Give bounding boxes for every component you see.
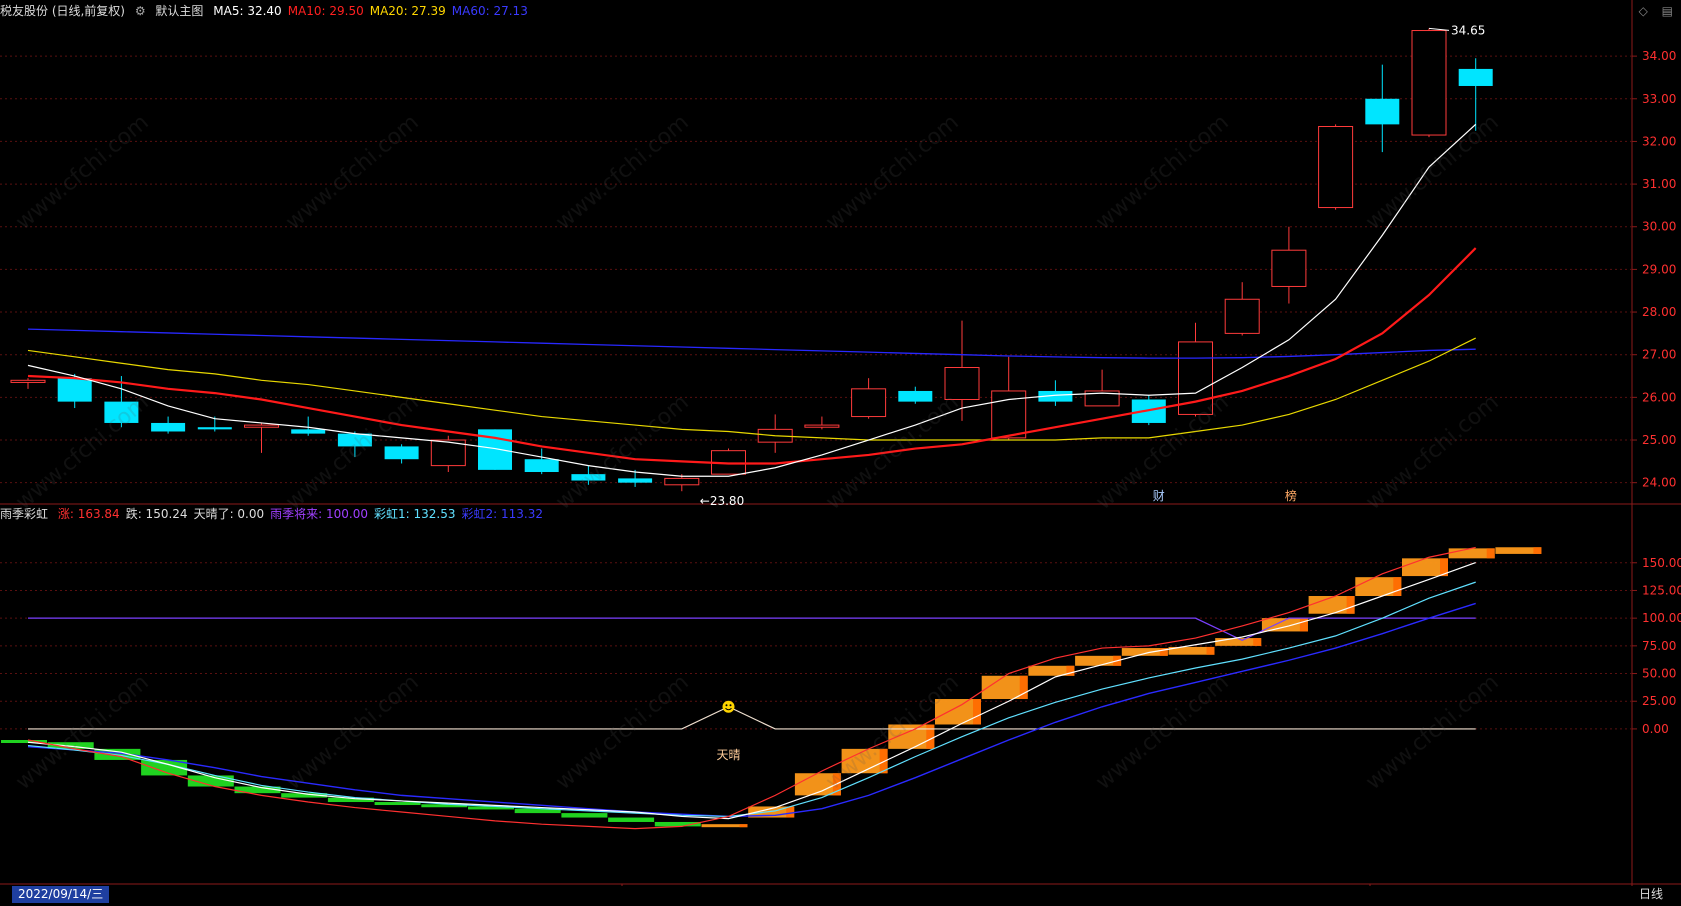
diamond-icon[interactable]: ◇ xyxy=(1639,4,1648,18)
ma-legend-item: MA60: 27.13 xyxy=(451,4,528,18)
candle-body xyxy=(1271,249,1307,287)
y-tick-label: 33.00 xyxy=(1642,92,1676,106)
y-tick-label: 0.00 xyxy=(1642,722,1669,736)
candle-body xyxy=(104,401,139,423)
candle-body xyxy=(804,424,840,428)
rainbow-bar-shade xyxy=(1206,646,1215,655)
candle-body xyxy=(10,379,46,383)
y-tick-label: 31.00 xyxy=(1642,177,1676,191)
die-line xyxy=(27,561,1476,820)
smiley-icon xyxy=(722,700,735,713)
candle-body xyxy=(1458,68,1493,86)
gear-icon[interactable]: ⚙ xyxy=(135,4,146,18)
indicator-legend-item: 天晴了: 0.00 xyxy=(193,507,265,521)
y-tick-label: 25.00 xyxy=(1642,694,1676,708)
rainbow-bar-shade xyxy=(1533,547,1542,554)
menu-icon[interactable]: ▤ xyxy=(1662,4,1673,18)
ma-legend-item: MA10: 29.50 xyxy=(287,4,364,18)
indicator-legend-item: 彩虹1: 132.53 xyxy=(374,507,456,521)
candle-body xyxy=(851,388,887,418)
candle-body xyxy=(244,424,279,428)
ranking-marker: 榜 xyxy=(1285,488,1297,503)
y-tick-label: 27.00 xyxy=(1642,348,1676,362)
y-tick-label: 34.00 xyxy=(1642,49,1676,63)
zhang-line xyxy=(27,546,1476,830)
template-label[interactable]: 默认主图 xyxy=(155,4,203,18)
caihong1-line xyxy=(27,581,1476,818)
y-tick-label: 100.00 xyxy=(1642,611,1681,625)
indicator-header: 雨季彩虹 涨: 163.84 跌: 150.24 天晴了: 0.00 雨季将来: 10… xyxy=(0,505,555,523)
rainbow-bar-shade xyxy=(973,699,981,725)
tianqing-label: 天晴 xyxy=(717,748,741,762)
rainbow-bar-shade xyxy=(786,806,795,818)
window-controls: ◇ ▤ xyxy=(1629,4,1673,18)
time-axis-bar xyxy=(0,886,1681,906)
candle-body xyxy=(291,429,326,434)
main-candlestick-chart[interactable]: 34.65 ←23.80 财 榜 xyxy=(10,23,1493,508)
rainbow-bar-shade xyxy=(739,824,748,828)
candle-body xyxy=(57,378,92,402)
indicator-legend-item: 彩虹2: 113.32 xyxy=(461,507,543,521)
indicator-chart[interactable]: 天晴 xyxy=(1,546,1542,830)
high-price-label: 34.65 xyxy=(1451,23,1485,37)
y-tick-label: 75.00 xyxy=(1642,639,1676,653)
rainbow-bar-shade xyxy=(926,724,935,749)
price-axis: 24.00 25.00 26.00 27.00 28.00 29.00 30.00 31.00… xyxy=(621,49,1681,902)
candle-body xyxy=(944,367,980,400)
indicator-legend-item: 涨: 163.84 xyxy=(57,507,120,521)
rainbow-bar-shade xyxy=(1486,548,1495,559)
main-chart-header: 税友股份 (日线,前复权) ⚙ 默认主图 MA5: 32.40 MA10: 29.… xyxy=(0,2,540,20)
chart-canvas: 34.65 ←23.80 财 榜 天晴 24.00 25.00 26.00 27.00 28.… xyxy=(0,0,1681,906)
indicator-legend-item: 雨季将来: 100.00 xyxy=(270,507,368,521)
candle-body xyxy=(337,433,372,447)
period-label[interactable]: 日线 xyxy=(1639,886,1663,903)
y-tick-label: 24.00 xyxy=(1642,476,1676,490)
rainbow-bar-shade xyxy=(1346,596,1355,614)
ma10-line xyxy=(27,247,1477,465)
candle-body xyxy=(1411,30,1447,136)
y-tick-label: 25.00 xyxy=(1642,433,1676,447)
y-tick-label: 29.00 xyxy=(1642,262,1676,276)
low-price-label: ←23.80 xyxy=(700,494,744,508)
candle-body xyxy=(1224,298,1260,334)
y-tick-label: 50.00 xyxy=(1642,667,1676,681)
indicator-legend-item: 跌: 150.24 xyxy=(125,507,188,521)
rainbow-bar xyxy=(561,813,608,818)
candle-body xyxy=(197,427,232,430)
stock-title[interactable]: 税友股份 (日线,前复权) xyxy=(0,4,125,18)
candle-body xyxy=(664,477,700,486)
smiley-eye xyxy=(729,704,732,707)
candle-body xyxy=(524,459,559,473)
cursor-date: 2022/09/14/三 xyxy=(12,886,110,903)
y-tick-label: 32.00 xyxy=(1642,134,1676,148)
rainbow-bar-shade xyxy=(1393,577,1402,596)
y-tick-label: 30.00 xyxy=(1642,220,1676,234)
candle-body xyxy=(618,478,653,483)
rainbow-bar-shade xyxy=(1299,618,1308,632)
tianqing-line xyxy=(28,706,1476,730)
candle-body xyxy=(1318,126,1354,209)
y-tick-label: 26.00 xyxy=(1642,390,1676,404)
y-tick-label: 125.00 xyxy=(1642,583,1681,597)
rainbow-bar xyxy=(374,802,421,806)
rainbow-bar-shade xyxy=(1253,638,1262,646)
candle-body xyxy=(571,474,606,481)
ma-legend-item: MA20: 27.39 xyxy=(369,4,446,18)
ma-legend: MA5: 32.40 MA10: 29.50 MA20: 27.39 MA60: 27… xyxy=(213,4,534,18)
finance-marker: 财 xyxy=(1153,489,1165,503)
smiley-eye xyxy=(725,704,728,707)
y-tick-label: 150.00 xyxy=(1642,556,1681,570)
candle-body xyxy=(151,422,186,432)
ma-legend-item: MA5: 32.40 xyxy=(213,4,282,18)
indicator-name[interactable]: 雨季彩虹 xyxy=(0,507,48,521)
y-tick-label: 28.00 xyxy=(1642,305,1676,319)
candle-body xyxy=(384,446,419,460)
indicator-legend: 涨: 163.84 跌: 150.24 天晴了: 0.00 雨季将来: 100.00 彩… xyxy=(58,507,549,521)
candle-body xyxy=(898,390,933,402)
rainbow-bar xyxy=(608,817,655,822)
candle-body xyxy=(1365,98,1400,125)
